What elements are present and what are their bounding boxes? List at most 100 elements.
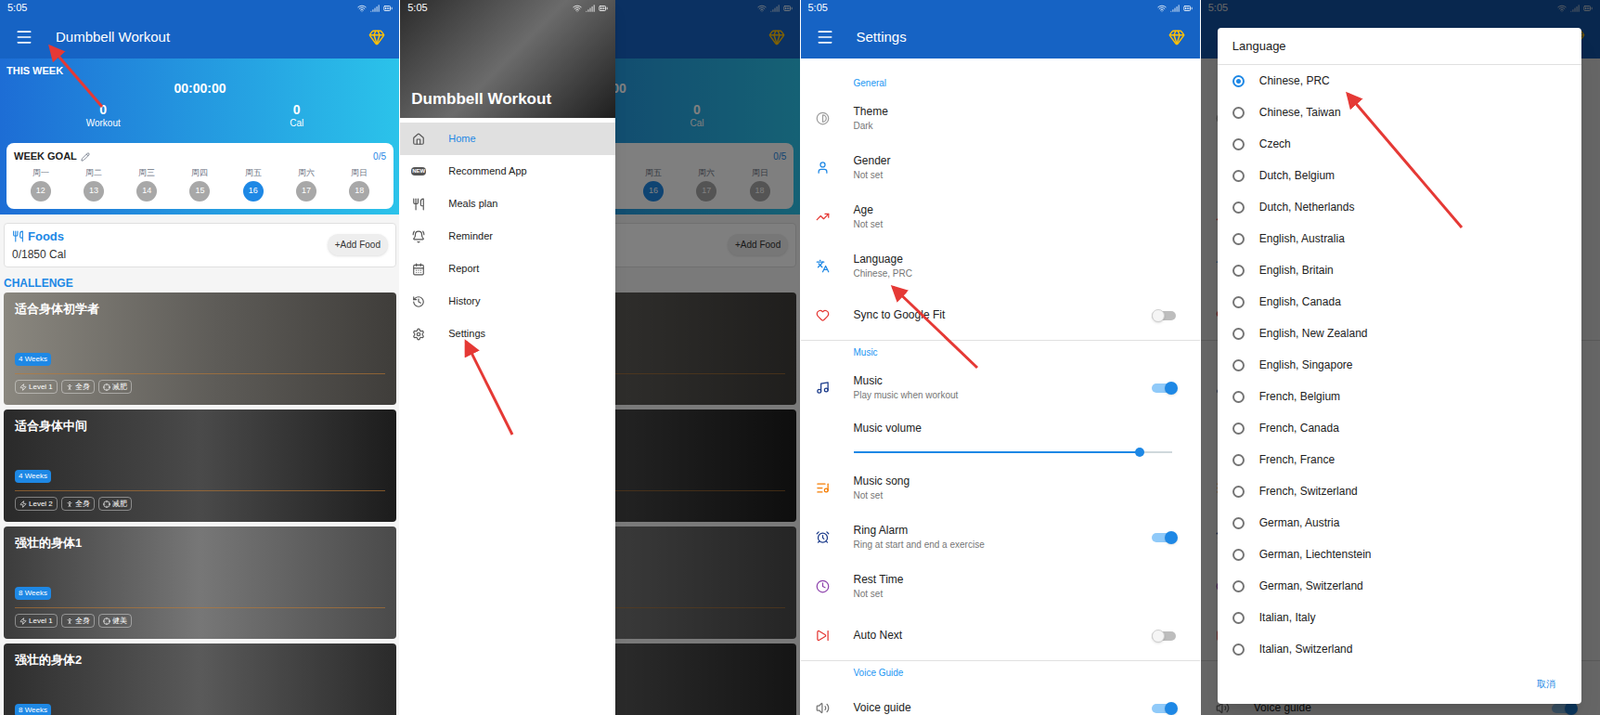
foods-card[interactable]: Foods0/1850 Cal+Add Food xyxy=(3,222,397,268)
settings-section: Voice GuideVoice guide xyxy=(800,659,1200,715)
language-option[interactable]: German, Liechtenstein xyxy=(1217,538,1582,570)
toggle-switch[interactable] xyxy=(1151,700,1178,715)
drawer-item[interactable]: Settings xyxy=(400,317,616,350)
week-day[interactable]: 周日18 xyxy=(333,167,387,202)
week-day[interactable]: 周一12 xyxy=(13,167,67,202)
this-week-panel: THIS WEEK00:00:000Workout0CalWEEK GOAL0/… xyxy=(0,58,400,215)
challenge-card[interactable]: 适合身体初学者4 WeeksLevel 1全身减肥 xyxy=(3,292,397,405)
settings-row[interactable]: ThemeDark xyxy=(800,93,1200,143)
toggle-switch[interactable] xyxy=(1151,308,1178,323)
language-option[interactable]: English, Britain xyxy=(1217,254,1582,286)
language-option[interactable]: French, Canada xyxy=(1217,412,1582,444)
toggle-switch[interactable] xyxy=(1151,529,1178,545)
edit-icon[interactable] xyxy=(80,152,91,162)
challenge-card[interactable]: 强壮的身体18 WeeksLevel 1全身健美 xyxy=(3,526,397,639)
status-bar: 5:05 xyxy=(400,0,616,16)
radio-button[interactable] xyxy=(1232,75,1245,88)
language-option[interactable]: Czech xyxy=(1217,128,1582,160)
radio-button[interactable] xyxy=(1232,106,1245,119)
language-option[interactable]: English, Singapore xyxy=(1217,348,1582,381)
premium-gem-icon[interactable] xyxy=(1168,28,1186,46)
radio-button[interactable] xyxy=(1232,548,1245,561)
radio-button[interactable] xyxy=(1232,169,1245,182)
tag-icon xyxy=(19,383,27,391)
challenge-card[interactable]: 强壮的身体28 Weeks xyxy=(3,643,397,715)
foods-calories: 0/1850 Cal xyxy=(12,245,66,263)
tag-icon xyxy=(103,383,111,391)
radio-button[interactable] xyxy=(1232,422,1245,435)
radio-button[interactable] xyxy=(1232,580,1245,593)
card-tag: 减肥 xyxy=(98,496,132,511)
language-option[interactable]: Italian, Switzerland xyxy=(1217,632,1582,663)
settings-row[interactable]: LanguageChinese, PRC xyxy=(800,241,1200,291)
premium-gem-icon[interactable] xyxy=(368,28,386,46)
language-panel: 5:05SettingsGeneralThemeDarkGenderNot se… xyxy=(1200,0,1600,715)
week-day[interactable]: 周五16 xyxy=(226,167,280,202)
language-option[interactable]: English, New Zealand xyxy=(1217,317,1582,349)
radio-button[interactable] xyxy=(1232,232,1245,246)
settings-row[interactable]: Rest TimeNot set xyxy=(800,561,1200,611)
radio-button[interactable] xyxy=(1232,296,1245,309)
radio-button[interactable] xyxy=(1232,390,1245,403)
language-option[interactable]: Chinese, Taiwan xyxy=(1217,96,1582,129)
language-option[interactable]: Dutch, Belgium xyxy=(1217,159,1582,192)
language-option[interactable]: Chinese, PRC xyxy=(1217,64,1582,97)
section-header: General xyxy=(800,71,1200,94)
settings-row[interactable]: Auto Next xyxy=(800,610,1200,660)
language-option[interactable]: German, Austria xyxy=(1217,506,1582,539)
drawer-item[interactable]: Report xyxy=(400,252,616,285)
setting-icon xyxy=(815,258,830,273)
language-option[interactable]: Dutch, Netherlands xyxy=(1217,191,1582,223)
signal-icon xyxy=(585,3,595,13)
add-food-button[interactable]: +Add Food xyxy=(327,233,388,256)
week-day[interactable]: 周二13 xyxy=(66,167,120,202)
wifi-icon xyxy=(1157,3,1167,13)
settings-row[interactable]: GenderNot set xyxy=(800,142,1200,193)
radio-button[interactable] xyxy=(1232,516,1245,530)
radio-button[interactable] xyxy=(1232,264,1245,277)
challenge-card[interactable]: 适合身体中间4 WeeksLevel 2全身减肥 xyxy=(3,409,397,522)
radio-button[interactable] xyxy=(1232,138,1245,151)
drawer-item[interactable]: NEWRecommend App xyxy=(400,154,616,188)
language-option[interactable]: English, Australia xyxy=(1217,222,1582,255)
language-option[interactable]: German, Switzerland xyxy=(1217,569,1582,602)
volume-slider[interactable] xyxy=(853,447,1173,457)
menu-icon[interactable] xyxy=(815,27,835,47)
toggle-switch[interactable] xyxy=(1151,380,1178,396)
toggle-switch[interactable] xyxy=(1151,628,1178,644)
radio-button[interactable] xyxy=(1232,359,1245,372)
settings-row[interactable]: Voice guide xyxy=(800,683,1200,715)
drawer-title: Dumbbell Workout xyxy=(400,87,616,119)
drawer-item[interactable]: Reminder xyxy=(400,219,616,253)
settings-row[interactable]: Music songNot set xyxy=(800,463,1200,513)
radio-button[interactable] xyxy=(1232,453,1245,466)
radio-button[interactable] xyxy=(1232,485,1245,498)
week-day[interactable]: 周六17 xyxy=(279,167,333,202)
drawer-item[interactable]: History xyxy=(400,284,616,318)
language-option[interactable]: French, France xyxy=(1217,443,1582,476)
drawer-item[interactable]: Meals plan xyxy=(400,187,616,220)
menu-icon[interactable] xyxy=(14,27,34,47)
week-duration: 00:00:00 xyxy=(6,78,394,99)
settings-row[interactable]: MusicPlay music when workout xyxy=(800,362,1200,413)
language-option[interactable]: French, Belgium xyxy=(1217,380,1582,413)
card-tag: Level 1 xyxy=(14,379,58,394)
radio-button[interactable] xyxy=(1232,643,1245,656)
drawer-item[interactable]: Home xyxy=(400,122,616,155)
language-option[interactable]: Italian, Italy xyxy=(1217,601,1582,633)
radio-button[interactable] xyxy=(1232,327,1245,340)
language-option[interactable]: French, Switzerland xyxy=(1217,475,1582,507)
tag-icon xyxy=(65,617,74,625)
settings-row[interactable]: Ring AlarmRing at start and end a exerci… xyxy=(800,512,1200,562)
radio-button[interactable] xyxy=(1232,201,1245,214)
week-goal-card[interactable]: WEEK GOAL0/5周一12周二13周三14周四15周五16周六17周日18 xyxy=(6,142,394,209)
week-day[interactable]: 周四15 xyxy=(173,167,227,202)
language-option[interactable]: English, Canada xyxy=(1217,285,1582,318)
settings-row[interactable]: Sync to Google Fit xyxy=(800,290,1200,340)
dialog-title: Language xyxy=(1217,27,1582,65)
week-day[interactable]: 周三14 xyxy=(120,167,174,202)
drawer-panel: 5:05Dumbbell WorkoutTHIS WEEK00:00:000Wo… xyxy=(400,0,800,715)
cancel-button[interactable]: 取消 xyxy=(1529,672,1563,695)
radio-button[interactable] xyxy=(1232,611,1245,624)
settings-row[interactable]: AgeNot set xyxy=(800,192,1200,242)
